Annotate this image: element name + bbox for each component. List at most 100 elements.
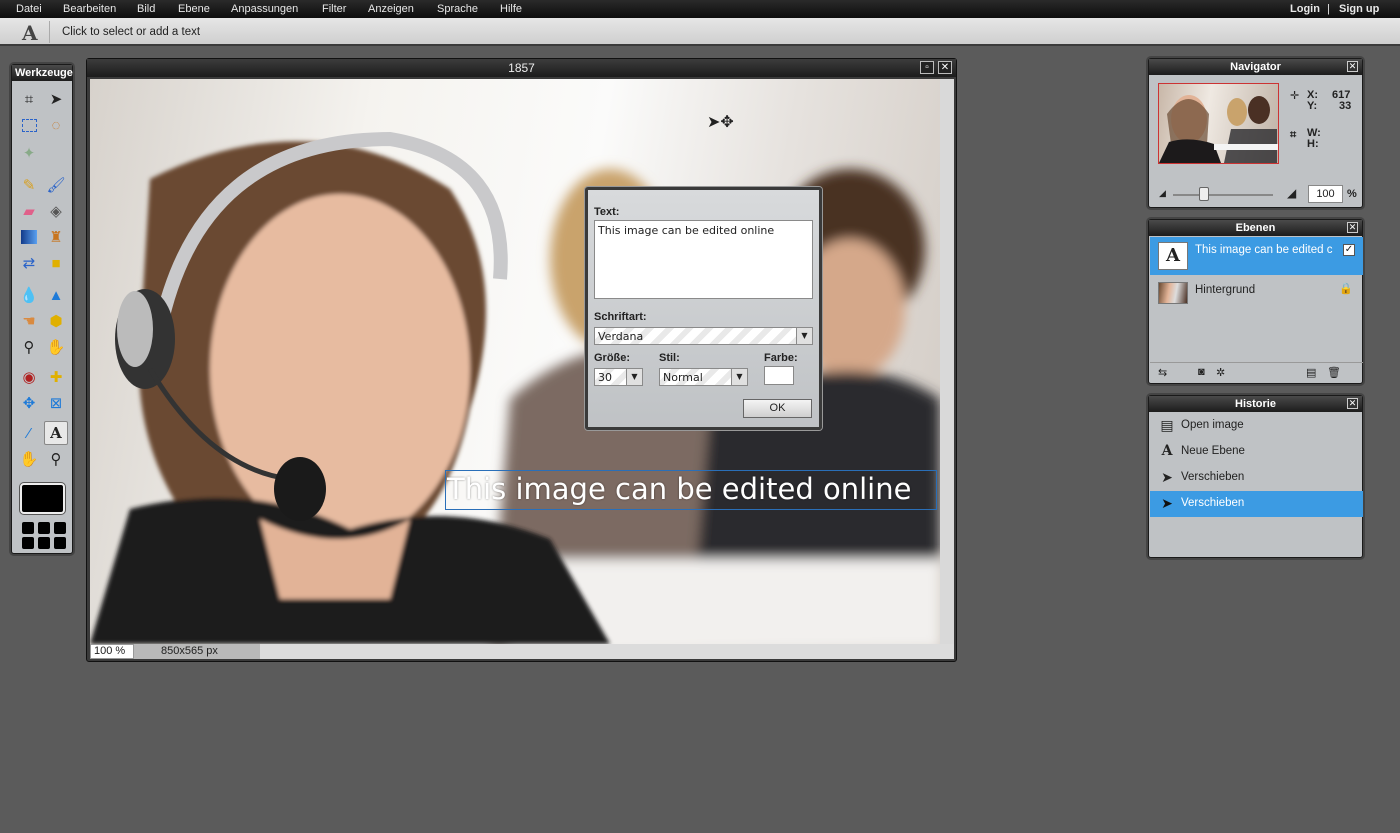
- swatch-slot[interactable]: [54, 537, 66, 549]
- marquee-icon[interactable]: [17, 113, 41, 137]
- menu-datei[interactable]: Datei: [16, 3, 42, 15]
- navigator-thumbnail[interactable]: [1158, 83, 1279, 164]
- spot-heal-icon[interactable]: ✚: [44, 365, 68, 389]
- burn-icon[interactable]: ✋: [44, 335, 68, 359]
- size-select[interactable]: 30 ▼: [594, 368, 643, 386]
- history-title-text: Historie: [1235, 398, 1276, 410]
- history-item[interactable]: A Neue Ebene: [1150, 439, 1363, 465]
- zoom-slider[interactable]: ◢ ◢: [1159, 186, 1296, 204]
- menu-filter[interactable]: Filter: [322, 3, 346, 15]
- zoom-level[interactable]: 100 %: [90, 644, 134, 659]
- eraser-icon[interactable]: ▰: [17, 199, 41, 223]
- close-icon[interactable]: ✕: [1347, 398, 1358, 409]
- close-icon[interactable]: ✕: [938, 61, 952, 74]
- swatch-slot[interactable]: [22, 522, 34, 534]
- font-label: Schriftart:: [594, 311, 647, 323]
- blur-icon[interactable]: 💧: [17, 283, 41, 307]
- layer-visibility-checkbox[interactable]: ✓: [1343, 244, 1355, 256]
- tool-hint: Click to select or add a text: [62, 26, 201, 38]
- history-item[interactable]: ➤ Verschieben: [1150, 465, 1363, 491]
- primary-color-swatch[interactable]: [20, 483, 65, 514]
- crop-icon[interactable]: ⌗: [17, 87, 41, 111]
- vertical-scrollbar[interactable]: [940, 79, 954, 644]
- canvas-text-layer[interactable]: This image can be edited online: [447, 472, 911, 506]
- menu-bearbeiten[interactable]: Bearbeiten: [63, 3, 116, 15]
- swatch-slot[interactable]: [38, 537, 50, 549]
- layers-title: Ebenen ✕: [1149, 220, 1362, 236]
- type-tool-icon: A: [22, 21, 38, 45]
- history-panel: Historie ✕ ▤ Open image A Neue Ebene ➤ V…: [1148, 395, 1363, 558]
- sponge-icon[interactable]: ⬢: [44, 309, 68, 333]
- sharpen-icon[interactable]: ▲: [44, 283, 68, 307]
- type-icon[interactable]: A: [44, 421, 68, 445]
- lasso-icon[interactable]: ◌: [44, 113, 68, 137]
- delete-layer-icon[interactable]: 🗑: [1327, 366, 1341, 379]
- hand-icon[interactable]: ✋: [17, 447, 41, 471]
- swatch-slot[interactable]: [38, 522, 50, 534]
- y-value: 33: [1339, 100, 1352, 112]
- zoom-slider-handle[interactable]: [1199, 187, 1209, 201]
- text-layer-icon: A: [1158, 242, 1188, 270]
- color-label: Farbe:: [764, 352, 798, 364]
- close-icon[interactable]: ✕: [1347, 61, 1358, 72]
- text-label: Text:: [594, 206, 620, 218]
- menu-anpassungen[interactable]: Anpassungen: [231, 3, 298, 15]
- menu-bild[interactable]: Bild: [137, 3, 155, 15]
- red-eye-icon[interactable]: ◉: [17, 365, 41, 389]
- clone-stamp-icon[interactable]: ♜: [44, 225, 68, 249]
- layer-item-text[interactable]: A This image can be edited c ✓: [1150, 237, 1363, 275]
- menu-ebene[interactable]: Ebene: [178, 3, 210, 15]
- bloat-icon[interactable]: ✥: [17, 391, 41, 415]
- font-select[interactable]: Verdana ▼: [594, 327, 813, 345]
- move-icon[interactable]: ➤: [44, 87, 68, 111]
- color-replace-icon[interactable]: ⇄: [17, 251, 41, 275]
- document-titlebar[interactable]: 1857 ▫ ✕: [87, 59, 956, 77]
- pencil-icon[interactable]: ✎: [17, 173, 41, 197]
- history-item[interactable]: ▤ Open image: [1150, 413, 1363, 439]
- size-select-value: 30: [598, 371, 612, 384]
- login-link[interactable]: Login: [1290, 3, 1320, 15]
- open-image-icon: ▤: [1160, 417, 1174, 433]
- close-icon[interactable]: ✕: [1347, 222, 1358, 233]
- dodge-icon[interactable]: ⚲: [17, 335, 41, 359]
- layer-effects-icon[interactable]: ✲: [1216, 366, 1225, 379]
- chevron-down-icon[interactable]: ▼: [626, 369, 642, 385]
- history-item-label: Neue Ebene: [1181, 445, 1245, 457]
- layer-item-background[interactable]: Hintergrund 🔒: [1150, 277, 1363, 315]
- text-input[interactable]: This image can be edited online: [594, 220, 813, 299]
- magic-wand-icon[interactable]: ✦: [17, 141, 41, 165]
- zoom-in-icon[interactable]: ◢: [1287, 186, 1296, 200]
- chevron-down-icon[interactable]: ▼: [796, 328, 812, 344]
- move-cursor-icon: ➤✥: [707, 114, 734, 131]
- menu-sprache[interactable]: Sprache: [437, 3, 478, 15]
- history-item-label: Verschieben: [1181, 471, 1245, 483]
- layer-options-icon[interactable]: ⇆: [1158, 366, 1167, 379]
- layer-mask-icon[interactable]: ◙: [1198, 366, 1205, 378]
- maximize-icon[interactable]: ▫: [920, 61, 934, 74]
- zoom-input[interactable]: 100: [1308, 185, 1343, 203]
- brush-icon[interactable]: 🖌: [44, 173, 68, 197]
- smudge-icon[interactable]: ☚: [17, 309, 41, 333]
- paint-bucket-icon[interactable]: ◈: [44, 199, 68, 223]
- menu-hilfe[interactable]: Hilfe: [500, 3, 522, 15]
- color-picker-icon[interactable]: ⁄: [17, 421, 41, 445]
- tools-panel: Werkzeuge ⌗ ➤ ◌ ✦ ✎ 🖌 ▰ ◈ ♜ ⇄ ■ 💧 ▲ ☚ ⬢ …: [11, 64, 73, 554]
- swatch-slot[interactable]: [54, 522, 66, 534]
- menu-anzeigen[interactable]: Anzeigen: [368, 3, 414, 15]
- ok-button[interactable]: OK: [743, 399, 812, 418]
- pinch-icon[interactable]: ⊠: [44, 391, 68, 415]
- new-layer-icon[interactable]: ▤: [1306, 366, 1316, 379]
- layer-name: This image can be edited c: [1195, 244, 1333, 256]
- chevron-down-icon[interactable]: ▼: [731, 369, 747, 385]
- history-item-selected[interactable]: ➤ Verschieben: [1150, 491, 1363, 517]
- text-color-swatch[interactable]: [764, 366, 794, 385]
- swatch-slot[interactable]: [22, 537, 34, 549]
- style-select[interactable]: Normal ▼: [659, 368, 748, 386]
- move-icon: ➤: [1161, 495, 1173, 511]
- shapes-icon[interactable]: ■: [44, 251, 68, 275]
- gradient-icon[interactable]: [17, 225, 41, 249]
- zoom-icon[interactable]: ⚲: [44, 447, 68, 471]
- zoom-out-icon[interactable]: ◢: [1159, 188, 1166, 199]
- zoom-unit: %: [1347, 188, 1357, 200]
- signup-link[interactable]: Sign up: [1339, 3, 1379, 15]
